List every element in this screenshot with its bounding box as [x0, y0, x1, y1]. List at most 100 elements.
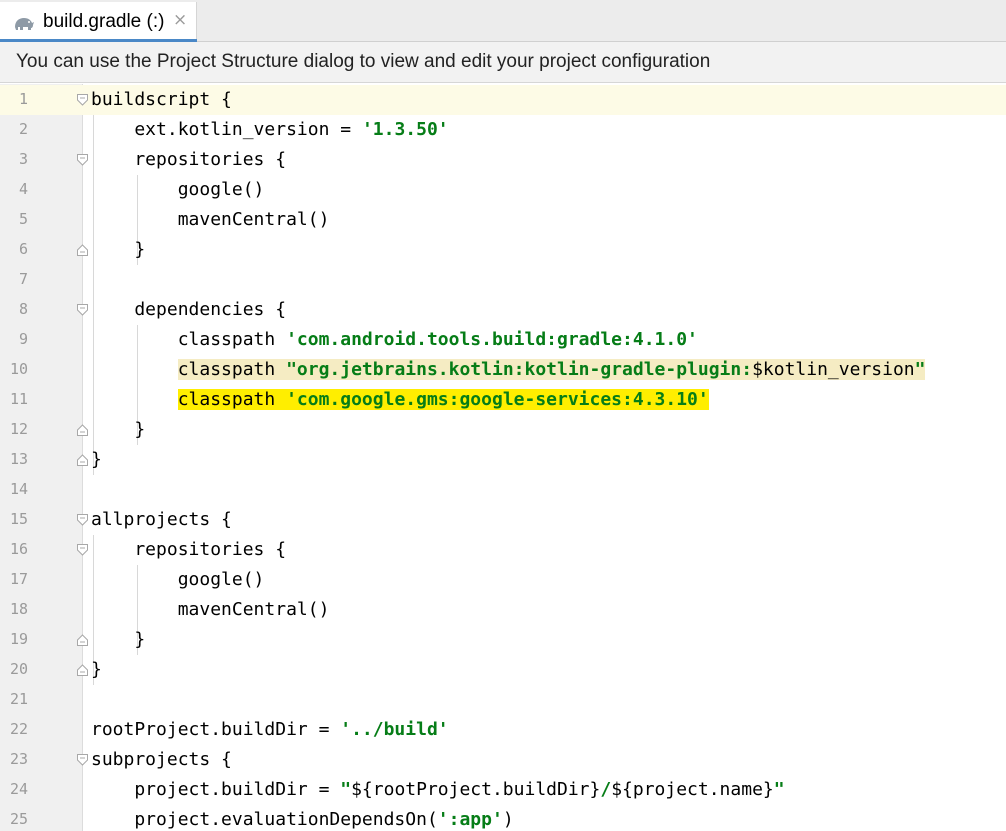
code-token: buildscript {	[91, 89, 232, 110]
code-line[interactable]: 22 rootProject.buildDir = '../build'	[0, 715, 1006, 745]
code-line[interactable]: 16 repositories {	[0, 535, 1006, 565]
line-number: 7	[18, 270, 28, 288]
code-token: }	[91, 629, 146, 650]
code-line[interactable]: 20}	[0, 655, 1006, 685]
code-line[interactable]: 4 google()	[0, 175, 1006, 205]
fold-start-icon[interactable]	[77, 754, 88, 766]
fold-start-icon[interactable]	[77, 154, 88, 166]
code-line[interactable]: 11 classpath 'com.google.gms:google-serv…	[0, 385, 1006, 415]
code-line[interactable]: 17 google()	[0, 565, 1006, 595]
line-number: 5	[18, 210, 28, 228]
code-token: "org.jetbrains.kotlin:kotlin-gradle-plug…	[286, 359, 753, 380]
code-token: google()	[91, 569, 265, 590]
code-line[interactable]: 15 allprojects {	[0, 505, 1006, 535]
code-text: buildscript {	[91, 89, 232, 110]
code-text: }	[91, 239, 145, 260]
code-token: }	[91, 419, 146, 440]
code-token: )	[502, 809, 514, 830]
code-token: mavenCentral()	[91, 209, 330, 230]
line-number: 10	[9, 360, 28, 378]
fold-start-icon[interactable]	[77, 514, 88, 526]
code-line[interactable]: 24 project.buildDir = "${rootProject.bui…	[0, 775, 1006, 805]
line-number: 4	[18, 180, 28, 198]
code-text: }	[91, 629, 145, 650]
code-line[interactable]: 19 }	[0, 625, 1006, 655]
code-text: rootProject.buildDir = '../build'	[91, 719, 449, 740]
line-number: 6	[18, 240, 28, 258]
tab-build-gradle[interactable]: build.gradle (:) ×	[0, 2, 197, 42]
fold-start-icon[interactable]	[77, 544, 88, 556]
code-line[interactable]: 10 classpath "org.jetbrains.kotlin:kotli…	[0, 355, 1006, 385]
code-text: }	[91, 419, 145, 440]
code-token: 'com.android.tools.build:gradle:4.1.0'	[286, 329, 698, 350]
tab-label: build.gradle (:)	[43, 11, 165, 32]
code-text: project.buildDir = "${rootProject.buildD…	[91, 779, 785, 800]
code-text: }	[91, 659, 102, 680]
line-number: 1	[18, 90, 28, 108]
code-line[interactable]: 8 dependencies {	[0, 295, 1006, 325]
code-text: google()	[91, 569, 265, 590]
line-number: 15	[9, 510, 28, 528]
close-icon[interactable]: ×	[173, 10, 187, 30]
fold-end-icon[interactable]	[77, 454, 88, 466]
code-token: ${rootProject.buildDir}	[351, 779, 601, 800]
code-token: google()	[91, 179, 265, 200]
code-line[interactable]: 21	[0, 685, 1006, 715]
fold-end-icon[interactable]	[77, 664, 88, 676]
line-number: 18	[9, 600, 28, 618]
line-number: 11	[9, 390, 28, 408]
code-line[interactable]: 7	[0, 265, 1006, 295]
code-text: google()	[91, 179, 265, 200]
code-token: rootProject.buildDir =	[91, 719, 341, 740]
code-line[interactable]: 1 buildscript {	[0, 85, 1006, 115]
code-line[interactable]: 25 project.evaluationDependsOn(':app')	[0, 805, 1006, 831]
code-text: dependencies {	[91, 299, 286, 320]
line-number: 8	[18, 300, 28, 318]
code-token: classpath	[177, 359, 287, 380]
code-line[interactable]: 5 mavenCentral()	[0, 205, 1006, 235]
code-line[interactable]: 12 }	[0, 415, 1006, 445]
editor-tab-bar: build.gradle (:) ×	[0, 0, 1006, 42]
fold-end-icon[interactable]	[77, 634, 88, 646]
code-token: repositories {	[91, 539, 287, 560]
line-number: 12	[9, 420, 28, 438]
code-line[interactable]: 9 classpath 'com.android.tools.build:gra…	[0, 325, 1006, 355]
code-token: $kotlin_version	[752, 359, 915, 380]
code-line[interactable]: 2 ext.kotlin_version = '1.3.50'	[0, 115, 1006, 145]
code-token: }	[91, 449, 102, 470]
line-number: 20	[9, 660, 28, 678]
fold-start-icon[interactable]	[77, 304, 88, 316]
code-line[interactable]: 6 }	[0, 235, 1006, 265]
code-token: project.evaluationDependsOn(	[91, 809, 438, 830]
code-editor[interactable]: 1 buildscript { 2 ext.kotlin_version = '1.…	[0, 84, 1006, 831]
code-token: 'com.google.gms:google-services:4.3.10'	[286, 389, 709, 410]
fold-end-icon[interactable]	[77, 424, 88, 436]
code-line[interactable]: 13}	[0, 445, 1006, 475]
line-number: 17	[9, 570, 28, 588]
line-number: 24	[9, 780, 28, 798]
line-number: 3	[18, 150, 28, 168]
line-number: 22	[9, 720, 28, 738]
line-number: 2	[18, 120, 28, 138]
line-number: 13	[9, 450, 28, 468]
code-text: subprojects {	[91, 749, 232, 770]
code-token: '1.3.50'	[361, 119, 449, 140]
line-number: 23	[9, 750, 28, 768]
code-line[interactable]: 18 mavenCentral()	[0, 595, 1006, 625]
code-token: "	[773, 779, 785, 800]
code-line[interactable]: 3 repositories {	[0, 145, 1006, 175]
code-token: ext.kotlin_version =	[91, 119, 362, 140]
banner-text: You can use the Project Structure dialog…	[16, 51, 711, 72]
code-text: classpath "org.jetbrains.kotlin:kotlin-g…	[91, 359, 926, 380]
code-token: ${project.name}	[611, 779, 774, 800]
code-token: classpath	[91, 329, 287, 350]
line-number: 16	[9, 540, 28, 558]
code-token: /	[600, 779, 612, 800]
code-token: allprojects {	[91, 509, 232, 530]
fold-start-icon[interactable]	[77, 94, 88, 106]
code-line[interactable]: 14	[0, 475, 1006, 505]
fold-end-icon[interactable]	[77, 244, 88, 256]
code-line[interactable]: 23 subprojects {	[0, 745, 1006, 775]
line-number: 19	[9, 630, 28, 648]
